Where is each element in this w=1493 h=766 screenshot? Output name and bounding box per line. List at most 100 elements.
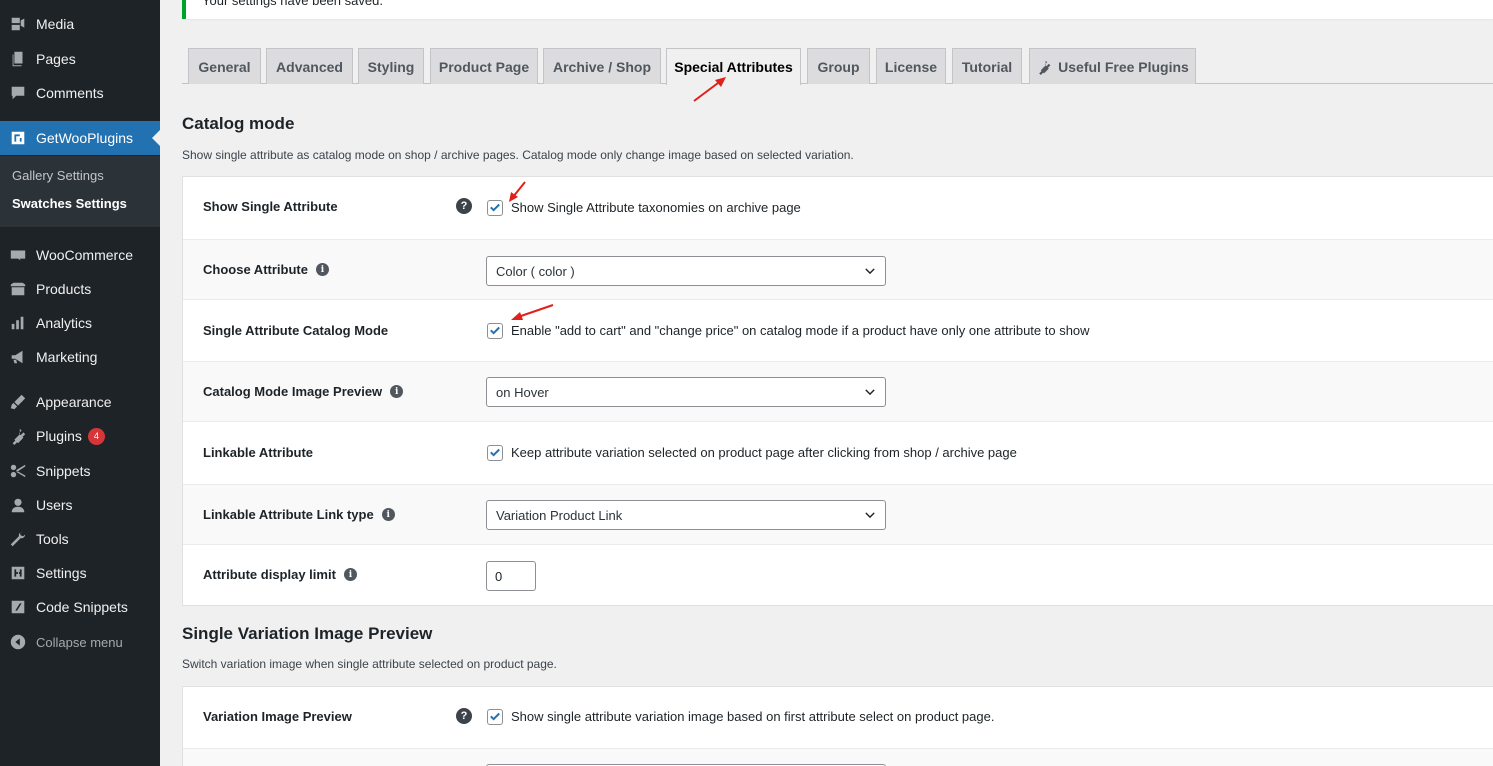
menu-item-woocommerce[interactable]: WooCommerce: [0, 238, 160, 272]
submenu-swatches-settings[interactable]: Swatches Settings: [12, 196, 127, 211]
menu-item-media[interactable]: Media: [0, 7, 160, 41]
submenu-panel: [0, 156, 160, 227]
marketing-icon: [0, 348, 36, 366]
help-icon[interactable]: ?: [456, 708, 472, 724]
variation-preview-title: Single Variation Image Preview: [182, 624, 433, 643]
info-icon[interactable]: i: [343, 568, 357, 581]
info-icon[interactable]: i: [381, 508, 395, 521]
checkbox-label: Show Single Attribute taxonomies on arch…: [511, 200, 801, 215]
appearance-icon: [0, 393, 36, 411]
settings-row-show-single-attribute: Show Single Attribute ? Show Single Attr…: [183, 177, 1493, 240]
choose-attribute-select[interactable]: Color ( color ): [486, 256, 886, 286]
users-icon: [0, 496, 36, 514]
settings-row-display-limit: Attribute display limit i 0: [183, 545, 1493, 606]
link-type-select[interactable]: Variation Product Link: [486, 500, 886, 530]
tab-general[interactable]: General: [188, 48, 261, 84]
plugins-update-badge: 4: [87, 427, 105, 445]
display-limit-input[interactable]: 0: [486, 561, 536, 591]
tab-archive-shop[interactable]: Archive / Shop: [543, 48, 661, 84]
menu-item-users[interactable]: Users: [0, 488, 160, 522]
row-label: Single Attribute Catalog Mode: [203, 323, 389, 338]
settings-tabs: General Advanced Styling Product Page Ar…: [182, 48, 1493, 85]
pages-icon: [0, 50, 36, 68]
show-single-attribute-checkbox[interactable]: [487, 200, 503, 216]
tools-icon: [0, 530, 36, 548]
help-icon[interactable]: ?: [456, 198, 472, 214]
checkmark-icon: [490, 712, 500, 721]
catalog-settings-panel: Show Single Attribute ? Show Single Attr…: [182, 176, 1493, 606]
analytics-icon: [0, 314, 36, 332]
variation-image-preview-checkbox[interactable]: [487, 709, 503, 725]
settings-row-next: [183, 749, 1493, 766]
row-label: Attribute display limit i: [203, 567, 357, 582]
catalog-mode-description: Show single attribute as catalog mode on…: [182, 148, 854, 162]
menu-item-tools[interactable]: Tools: [0, 522, 160, 556]
info-icon[interactable]: i: [390, 385, 404, 398]
plugin-icon: [1039, 60, 1051, 75]
settings-row-catalog-image-preview: Catalog Mode Image Preview i on Hover: [183, 362, 1493, 422]
settings-row-catalog-mode: Single Attribute Catalog Mode Enable "ad…: [183, 300, 1493, 362]
row-label: Linkable Attribute: [203, 445, 314, 460]
code-snippets-icon: [0, 598, 36, 616]
menu-item-marketing[interactable]: Marketing: [0, 340, 160, 374]
products-icon: [0, 280, 36, 298]
tab-product-page[interactable]: Product Page: [430, 48, 538, 84]
annotation-arrow-icon: [509, 181, 526, 202]
catalog-mode-title: Catalog mode: [182, 114, 295, 133]
woocommerce-icon: [0, 246, 36, 264]
tab-useful-free-plugins[interactable]: Useful Free Plugins: [1029, 48, 1196, 84]
catalog-mode-checkbox[interactable]: [487, 323, 503, 339]
tab-styling[interactable]: Styling: [358, 48, 424, 84]
row-label: Catalog Mode Image Preview i: [203, 384, 404, 399]
tab-tutorial[interactable]: Tutorial: [952, 48, 1022, 84]
menu-item-plugins[interactable]: Plugins 4: [0, 419, 160, 453]
row-label: Choose Attribute i: [203, 262, 329, 277]
checkbox-label: Show single attribute variation image ba…: [511, 709, 995, 724]
admin-sidebar: Media Pages Comments GetWooPlugins Galle…: [0, 0, 160, 766]
tab-advanced[interactable]: Advanced: [266, 48, 353, 84]
settings-row-linkable-attribute: Linkable Attribute Keep attribute variat…: [183, 422, 1493, 485]
settings-icon: [0, 564, 36, 582]
snippets-icon: [0, 462, 36, 480]
chevron-down-icon: [865, 268, 875, 275]
checkmark-icon: [490, 448, 500, 457]
settings-row-link-type: Linkable Attribute Link type i Variation…: [183, 485, 1493, 545]
menu-item-comments[interactable]: Comments: [0, 76, 160, 110]
tab-group[interactable]: Group: [807, 48, 870, 84]
media-icon: [0, 15, 36, 33]
menu-item-pages[interactable]: Pages: [0, 42, 160, 76]
plugin-brand-icon: [0, 129, 36, 147]
settings-saved-notice: Your settings have been saved.: [182, 0, 1493, 19]
submenu-gallery-settings[interactable]: Gallery Settings: [12, 168, 104, 183]
row-label: Show Single Attribute: [203, 199, 338, 214]
tab-special-attributes[interactable]: Special Attributes: [666, 48, 801, 85]
checkmark-icon: [490, 203, 500, 212]
annotation-arrow-icon: [511, 304, 554, 320]
plugins-icon: [0, 427, 36, 445]
row-label: Variation Image Preview: [203, 709, 352, 724]
variation-settings-panel: Variation Image Preview ? Show single at…: [182, 686, 1493, 766]
menu-item-products[interactable]: Products: [0, 272, 160, 306]
menu-item-code-snippets[interactable]: Code Snippets: [0, 590, 160, 624]
chevron-down-icon: [865, 389, 875, 396]
info-icon[interactable]: i: [315, 263, 329, 276]
checkmark-icon: [490, 326, 500, 335]
checkbox-label: Keep attribute variation selected on pro…: [511, 445, 1017, 460]
collapse-icon: [0, 633, 36, 651]
settings-row-variation-image-preview: Variation Image Preview ? Show single at…: [183, 687, 1493, 749]
collapse-menu-button[interactable]: Collapse menu: [0, 625, 160, 659]
linkable-attribute-checkbox[interactable]: [487, 445, 503, 461]
comments-icon: [0, 84, 36, 102]
tab-license[interactable]: License: [876, 48, 946, 84]
menu-item-getwooplugins[interactable]: GetWooPlugins: [0, 121, 160, 155]
settings-row-choose-attribute: Choose Attribute i Color ( color ): [183, 240, 1493, 300]
menu-item-appearance[interactable]: Appearance: [0, 385, 160, 419]
row-label: Linkable Attribute Link type i: [203, 507, 395, 522]
checkbox-label: Enable "add to cart" and "change price" …: [511, 323, 1090, 338]
menu-item-snippets[interactable]: Snippets: [0, 454, 160, 488]
variation-preview-description: Switch variation image when single attri…: [182, 657, 557, 671]
menu-item-analytics[interactable]: Analytics: [0, 306, 160, 340]
chevron-down-icon: [865, 512, 875, 519]
menu-item-settings[interactable]: Settings: [0, 556, 160, 590]
catalog-image-preview-select[interactable]: on Hover: [486, 377, 886, 407]
